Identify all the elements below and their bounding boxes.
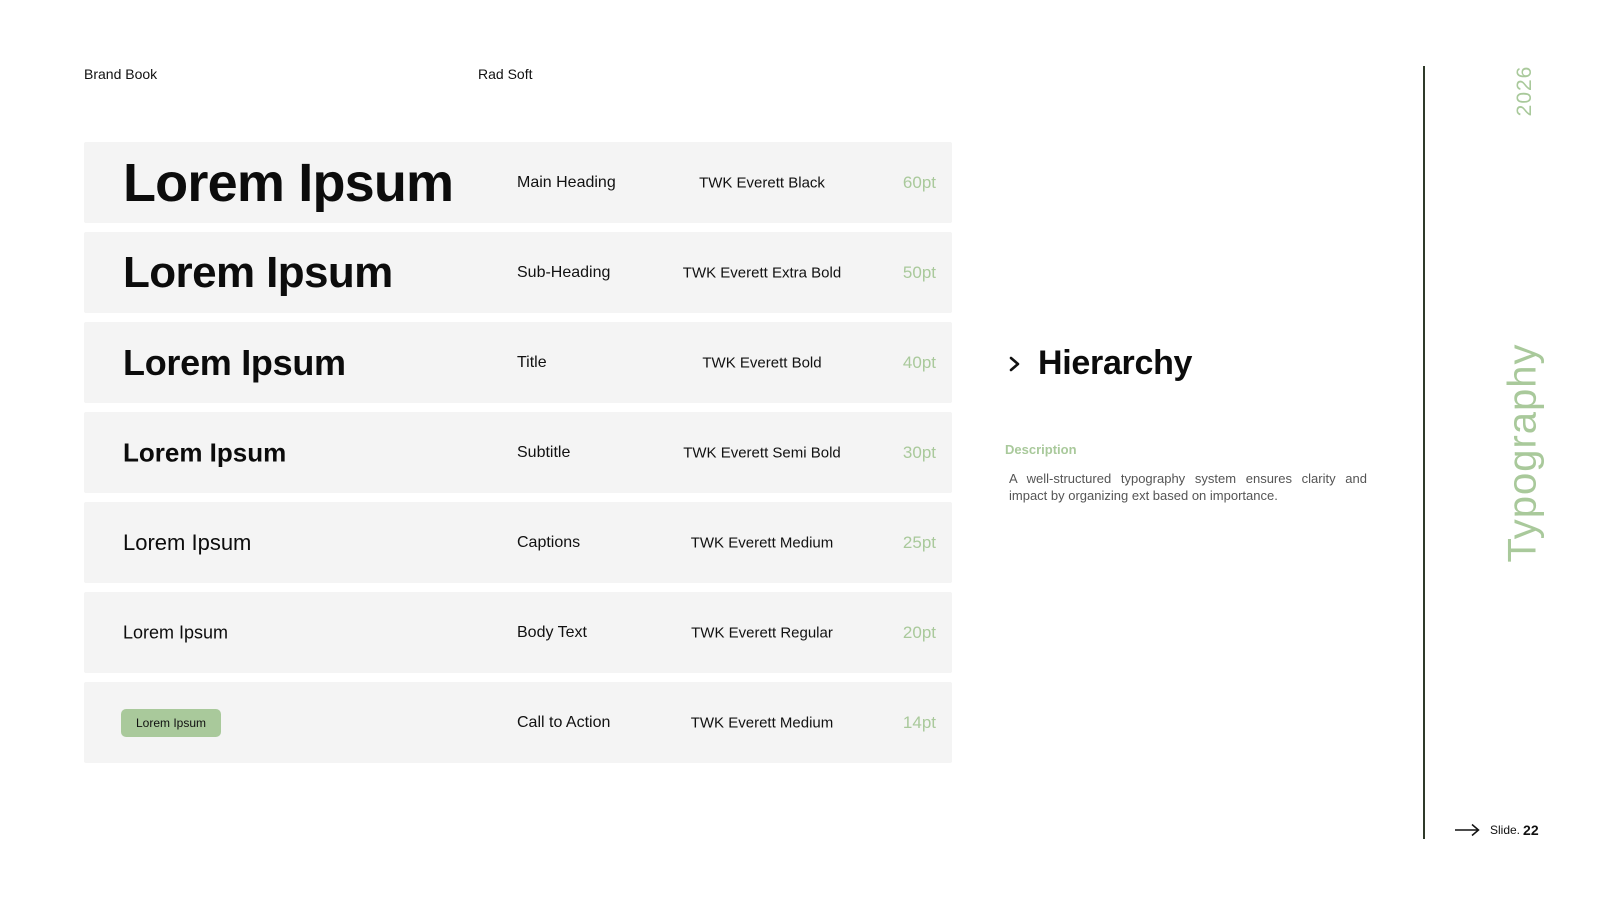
header-brand-book: Brand Book [84,66,158,82]
type-row-sub-heading: Lorem Ipsum Sub-Heading TWK Everett Extr… [84,232,952,313]
arrow-right-icon[interactable] [1454,823,1480,837]
vertical-divider [1423,66,1425,839]
sample-text-captions: Lorem Ipsum [123,529,252,555]
sample-text-title: Lorem Ipsum [123,341,346,383]
font-name: TWK Everett Black [699,174,825,191]
usage-label: Main Heading [517,173,616,191]
usage-label: Sub-Heading [517,263,611,281]
font-size: 40pt [902,352,936,372]
section-heading: Hierarchy [1004,344,1192,383]
vertical-year: 2026 [1513,65,1536,117]
font-name: TWK Everett Semi Bold [683,444,841,461]
type-row-title: Lorem Ipsum Title TWK Everett Bold 40pt [84,322,952,403]
sample-text-sub-heading: Lorem Ipsum [123,247,393,297]
type-row-main-heading: Lorem Ipsum Main Heading TWK Everett Bla… [84,142,952,223]
font-size: 50pt [902,262,936,282]
font-size: 60pt [902,172,936,192]
usage-label: Captions [517,533,581,551]
type-row-body-text: Lorem Ipsum Body Text TWK Everett Regula… [84,592,952,673]
font-size: 30pt [902,442,936,462]
vertical-title: Typography [1500,343,1545,563]
font-name: TWK Everett Medium [690,714,834,731]
cta-sample-button[interactable]: Lorem Ipsum [121,708,222,737]
font-size: 20pt [902,622,936,642]
header-company-name: Rad Soft [478,66,533,82]
description-label: Description [1005,442,1077,457]
font-name: TWK Everett Medium [690,534,834,551]
usage-label: Subtitle [517,443,571,461]
sample-text-main-heading: Lorem Ipsum [123,152,454,213]
font-name: TWK Everett Extra Bold [682,264,842,281]
type-row-subtitle: Lorem Ipsum Subtitle TWK Everett Semi Bo… [84,412,952,493]
chevron-right-icon [1009,356,1020,371]
type-row-call-to-action: Lorem Ipsum Call to Action TWK Everett M… [84,682,952,763]
usage-label: Call to Action [517,713,611,731]
type-row-captions: Lorem Ipsum Captions TWK Everett Medium … [84,502,952,583]
font-size: 25pt [902,532,936,552]
description-text: A well-structured typography system ensu… [1009,471,1367,503]
usage-label: Title [517,353,547,371]
font-name: TWK Everett Regular [691,624,833,641]
sample-text-subtitle: Lorem Ipsum [123,437,287,467]
slide-number: 22 [1523,822,1539,838]
slide-indicator: Slide. 22 [1454,822,1539,838]
sample-text-body: Lorem Ipsum [123,622,229,642]
type-scale-table: Lorem Ipsum Main Heading TWK Everett Bla… [84,142,952,772]
font-size: 14pt [902,712,936,732]
slide-label: Slide. [1490,823,1521,837]
font-name: TWK Everett Bold [702,354,822,371]
section-title: Hierarchy [1038,344,1193,382]
usage-label: Body Text [517,623,587,641]
